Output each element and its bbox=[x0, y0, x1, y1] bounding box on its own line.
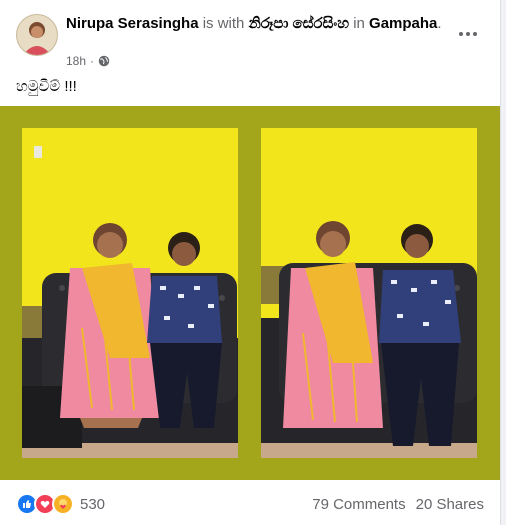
tagged-person[interactable]: නිරූපා සේරසිංහ bbox=[249, 15, 349, 32]
more-options-button[interactable] bbox=[454, 20, 482, 48]
post-caption: හමුවීම් !!! bbox=[16, 78, 77, 95]
location-suffix: . bbox=[437, 15, 442, 32]
shares-count-link[interactable]: 20 Shares bbox=[416, 496, 484, 513]
avatar-image bbox=[17, 15, 57, 55]
post-meta: 18h · bbox=[66, 54, 110, 68]
post-header: Nirupa Serasingha is with නිරූපා සේරසිංහ… bbox=[16, 12, 484, 68]
with-text: is with bbox=[202, 15, 245, 32]
post-footer: 530 79 Comments 20 Shares bbox=[16, 488, 484, 520]
post-title-line: Nirupa Serasingha is with නිරූපා සේරසිංහ… bbox=[66, 14, 446, 34]
reaction-count: 530 bbox=[80, 495, 106, 513]
post-photo-1[interactable] bbox=[22, 128, 238, 458]
comments-count-link[interactable]: 79 Comments bbox=[312, 496, 405, 513]
in-text: in bbox=[353, 15, 365, 32]
photo-grid bbox=[0, 106, 500, 480]
meta-separator: · bbox=[90, 54, 95, 68]
feed-post: Nirupa Serasingha is with නිරූපා සේරසිංහ… bbox=[0, 0, 501, 525]
care-icon bbox=[52, 493, 74, 515]
photo-2-image bbox=[261, 128, 477, 458]
post-photo-2[interactable] bbox=[261, 128, 477, 458]
photo-1-image bbox=[22, 128, 238, 458]
more-dots-icon bbox=[459, 32, 477, 36]
post-time[interactable]: 18h bbox=[66, 54, 86, 68]
author-avatar[interactable] bbox=[16, 14, 58, 56]
location-link[interactable]: Gampaha bbox=[369, 15, 437, 32]
reactions-summary[interactable]: 530 bbox=[16, 493, 105, 515]
globe-icon[interactable] bbox=[98, 55, 110, 67]
engagement-stats: 79 Comments 20 Shares bbox=[312, 496, 484, 513]
author-name[interactable]: Nirupa Serasingha bbox=[66, 15, 199, 32]
